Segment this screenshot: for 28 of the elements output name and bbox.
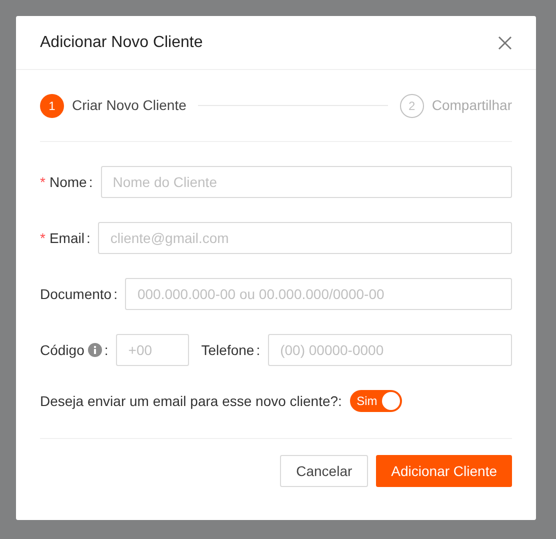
label-colon: : — [86, 228, 90, 248]
field-label: Telefone — [201, 340, 254, 360]
info-icon[interactable] — [88, 343, 102, 357]
step-number: 1 — [40, 94, 64, 118]
label-colon: : — [114, 284, 118, 304]
text-field[interactable]: +00 — [116, 334, 190, 366]
toggle-switch[interactable]: Sim — [350, 390, 402, 412]
text-field[interactable]: Nome do Cliente — [100, 166, 512, 198]
label-colon: : — [256, 340, 260, 360]
close-icon[interactable] — [498, 36, 512, 50]
submit-button[interactable]: Adicionar Cliente — [376, 455, 512, 487]
toggle-label: Deseja enviar um email para esse novo cliente?: — [40, 392, 342, 411]
step-number: 2 — [400, 94, 424, 118]
field-label: Código — [40, 340, 84, 360]
text-field[interactable]: (00) 00000-0000 — [268, 334, 512, 366]
field-label: Nome — [49, 172, 87, 192]
dialog-title: Adicionar Novo Cliente — [40, 32, 203, 52]
field-label: Email — [49, 228, 84, 248]
label-colon: : — [104, 340, 108, 360]
required-marker: * — [40, 172, 46, 192]
cancel-button[interactable]: Cancelar — [280, 455, 368, 487]
required-marker: * — [40, 228, 46, 248]
step-label: Criar Novo Cliente — [72, 96, 186, 115]
label-colon: : — [88, 172, 93, 192]
field-label: Documento — [40, 284, 112, 304]
text-field[interactable]: 000.000.000-00 ou 00.000.000/0000-00 — [125, 278, 512, 310]
text-field[interactable]: cliente@gmail.com — [98, 222, 512, 254]
step-label: Compartilhar — [432, 96, 512, 115]
